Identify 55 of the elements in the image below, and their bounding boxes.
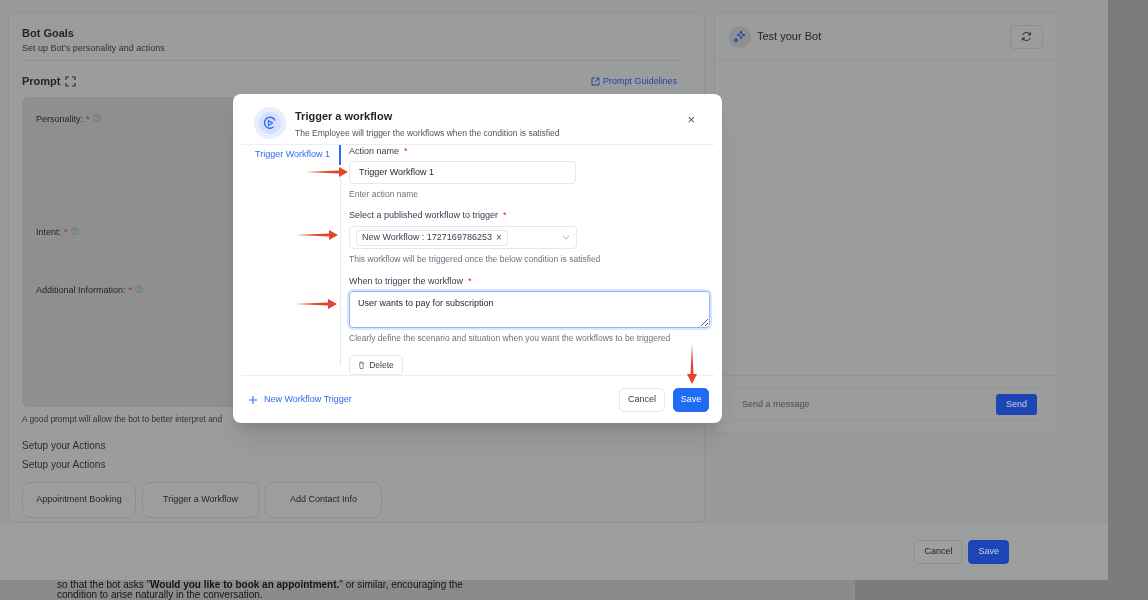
required-mark: * <box>503 209 507 222</box>
required-mark: * <box>468 274 472 287</box>
workflow-select[interactable]: New Workflow : 1727169786253 × <box>349 226 577 250</box>
required-mark: * <box>128 283 133 297</box>
document-text: condition to arise naturally in the conversation. <box>57 590 263 600</box>
section-subtitle: Set up Bot's personality and actions <box>22 42 166 54</box>
plus-icon <box>249 395 257 404</box>
field-label: When to trigger the workflow <box>349 274 464 287</box>
tab[interactable]: Trigger Workflow 1 <box>241 145 341 165</box>
close-button[interactable]: × <box>687 113 695 126</box>
field-label: Select a published workflow to trigger <box>349 209 499 222</box>
refresh-icon <box>1021 31 1032 42</box>
required-mark: * <box>64 225 68 239</box>
new-trigger-link[interactable]: New Workflow Trigger <box>249 392 352 407</box>
action-button[interactable]: Add Contact Info <box>265 482 382 519</box>
action-button[interactable]: Appointment Booking <box>22 482 136 519</box>
save-button[interactable]: Save <box>673 387 709 412</box>
expand-icon[interactable] <box>64 75 76 87</box>
refresh-button[interactable] <box>1010 24 1043 49</box>
sparkle-icon <box>729 25 751 48</box>
trash-icon <box>358 361 366 370</box>
delete-button[interactable]: Delete <box>349 355 403 375</box>
required-mark: * <box>86 112 90 126</box>
field-hint: Enter action name <box>349 187 419 201</box>
actions-heading: Setup your Actions <box>22 440 107 453</box>
action-name-field[interactable]: Trigger Workflow 1 <box>349 161 576 184</box>
panel-title: Test your Bot <box>757 29 822 45</box>
cancel-button[interactable]: Cancel <box>619 387 665 412</box>
field-hint: Clearly define the scenario and situation when you want the workflows to be triggered <box>349 332 672 346</box>
required-mark: * <box>404 145 408 157</box>
prompt-heading: Prompt <box>22 74 61 89</box>
prompt-guidelines-link[interactable]: Prompt Guidelines <box>590 74 677 88</box>
external-link-icon <box>590 76 600 86</box>
prompt-hint: A good prompt will allow the bot to better interpret and <box>22 412 223 426</box>
condition-field[interactable]: User wants to pay for subscription <box>349 290 710 329</box>
section-title: Bot Goals <box>22 26 75 40</box>
remove-tag-button[interactable]: × <box>495 232 502 243</box>
chevron-down-icon <box>562 235 570 241</box>
field-label: Action name <box>349 145 400 157</box>
message-field[interactable]: Send a message Send <box>729 388 1043 421</box>
field-label: Additional Information: <box>36 283 126 297</box>
play-circle-icon <box>254 107 286 139</box>
message-placeholder: Send a message <box>742 397 810 411</box>
field-label: Intent: <box>36 225 62 239</box>
field-label: Personality: <box>36 112 84 126</box>
save-button[interactable]: Save <box>968 539 1009 564</box>
actions-heading: Setup your Actions <box>22 459 107 472</box>
document-text: so that the bot asks "Would you like to book an appointment." or similar, encouraging the <box>57 580 463 590</box>
modal-title: Trigger a workflow <box>295 109 394 123</box>
tag-label: New Workflow : 1727169786253 <box>362 231 492 245</box>
action-button[interactable]: Trigger a Workflow <box>142 482 259 519</box>
field-hint: This workflow will be triggered once the below condition is satisfied <box>349 253 602 266</box>
cancel-button[interactable]: Cancel <box>914 539 963 564</box>
modal-subtitle: The Employee will trigger the workflows when the condition is satisfied <box>295 127 561 140</box>
send-button[interactable]: Send <box>995 394 1037 415</box>
